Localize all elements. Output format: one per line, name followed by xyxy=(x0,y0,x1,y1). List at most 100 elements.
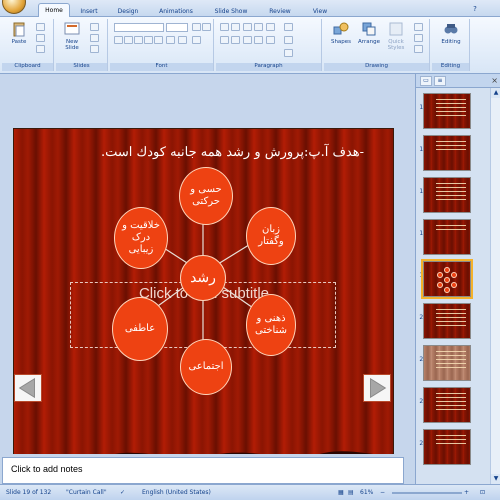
paste-button[interactable]: Paste xyxy=(8,21,30,45)
slide-thumbnail[interactable] xyxy=(423,177,471,213)
text-direction-icon[interactable] xyxy=(284,23,293,31)
prev-slide-button[interactable] xyxy=(14,374,42,402)
notes-pane[interactable]: Click to add notes xyxy=(2,457,404,484)
font-color-icon[interactable] xyxy=(192,36,201,44)
thumbnail-row[interactable]: 21 xyxy=(416,344,491,385)
slide-thumbnail[interactable] xyxy=(423,219,471,255)
slide-thumbnail[interactable] xyxy=(423,429,471,465)
smartart-icon[interactable] xyxy=(284,49,293,57)
slide-thumbnail[interactable] xyxy=(423,303,471,339)
cut-icon[interactable] xyxy=(36,23,45,31)
slide-sorter-icon[interactable]: ▤ xyxy=(348,489,354,496)
zoom-in-icon[interactable]: + xyxy=(464,489,469,496)
increase-indent-icon[interactable] xyxy=(254,23,263,31)
fit-to-window-icon[interactable]: ⊡ xyxy=(480,489,485,496)
language-status[interactable]: English (United States) xyxy=(142,489,211,496)
tab-outline[interactable]: ≡ xyxy=(434,76,446,86)
tab-slide-show[interactable]: Slide Show xyxy=(208,6,254,17)
slide-thumbnail[interactable] xyxy=(423,93,471,129)
layout-icon[interactable] xyxy=(90,23,99,31)
shape-fill-icon[interactable] xyxy=(414,23,423,31)
zoom-slider[interactable] xyxy=(392,492,462,494)
node-sensory-motor[interactable]: حسی و حرکتی xyxy=(179,167,233,225)
node-language[interactable]: زبان وگفتار xyxy=(246,207,296,265)
tab-view[interactable]: View xyxy=(305,6,335,17)
bold-icon[interactable] xyxy=(114,36,123,44)
underline-icon[interactable] xyxy=(134,36,143,44)
help-icon[interactable]: ? xyxy=(470,5,480,14)
thumbnail-row[interactable]: 20 xyxy=(416,302,491,343)
slide-thumbnail-selected[interactable] xyxy=(421,259,473,299)
thumbnail-row[interactable]: 22 xyxy=(416,386,491,427)
reset-icon[interactable] xyxy=(90,34,99,42)
align-center-icon[interactable] xyxy=(231,36,240,44)
justify-icon[interactable] xyxy=(254,36,263,44)
decrease-indent-icon[interactable] xyxy=(243,23,252,31)
next-slide-button[interactable] xyxy=(363,374,391,402)
paragraph-group-label: Paragraph xyxy=(216,63,321,71)
shape-outline-icon[interactable] xyxy=(414,34,423,42)
node-growth[interactable]: رشد xyxy=(180,255,226,301)
slide-thumbnail[interactable] xyxy=(423,345,471,381)
slide-canvas[interactable]: -هدف آ.پ:پرورش و رشد همه جانبه كودك است.… xyxy=(13,128,394,480)
numbering-icon[interactable] xyxy=(231,23,240,31)
arrange-label: Arrange xyxy=(358,39,380,45)
font-size-combo[interactable] xyxy=(166,23,188,32)
strikethrough-icon[interactable] xyxy=(144,36,153,44)
scroll-down-icon[interactable]: ▼ xyxy=(491,474,500,484)
drawing-group: Shapes Arrange Quick Styles Drawing xyxy=(324,19,430,71)
thumbnail-row[interactable]: 18 xyxy=(416,218,491,259)
arrange-button[interactable]: Arrange xyxy=(356,21,382,45)
copy-icon[interactable] xyxy=(36,34,45,42)
tab-animations[interactable]: Animations xyxy=(152,6,200,17)
font-name-combo[interactable] xyxy=(114,23,164,32)
change-case-icon[interactable] xyxy=(178,36,187,44)
node-emotional[interactable]: عاطفی xyxy=(112,297,168,361)
thumbnail-row[interactable]: 23 xyxy=(416,428,491,469)
thumbnail-row[interactable]: 17 xyxy=(416,176,491,217)
line-spacing-icon[interactable] xyxy=(266,23,275,31)
slide-thumbnail[interactable] xyxy=(423,135,471,171)
editing-button[interactable]: Editing xyxy=(436,21,466,45)
slides-pane: ▭ ≡ × 15 16 17 18 19 20 21 xyxy=(415,74,500,484)
node-cognitive[interactable]: ذهنی و شناختی xyxy=(246,294,296,356)
node-creativity[interactable]: خلاقیت و درک زیبایی xyxy=(114,207,168,269)
zoom-out-icon[interactable]: − xyxy=(380,489,385,496)
grow-font-icon[interactable] xyxy=(192,23,201,31)
thumbnails-scrollbar[interactable]: ▲ ▼ xyxy=(490,88,500,484)
tab-review[interactable]: Review xyxy=(262,6,298,17)
thumbnail-row-selected[interactable]: 19 xyxy=(416,259,491,301)
thumbnail-row[interactable]: 16 xyxy=(416,134,491,175)
shape-effects-icon[interactable] xyxy=(414,45,423,53)
tab-design[interactable]: Design xyxy=(111,6,145,17)
bullets-icon[interactable] xyxy=(220,23,229,31)
ribbon-tab-bar: Home Insert Design Animations Slide Show… xyxy=(0,0,500,18)
italic-icon[interactable] xyxy=(124,36,133,44)
new-slide-button[interactable]: New Slide xyxy=(60,21,84,51)
shapes-button[interactable]: Shapes xyxy=(328,21,354,45)
quick-styles-button[interactable]: Quick Styles xyxy=(384,21,408,51)
char-spacing-icon[interactable] xyxy=(166,36,175,44)
slide-thumbnail[interactable] xyxy=(423,387,471,423)
align-right-icon[interactable] xyxy=(243,36,252,44)
format-painter-icon[interactable] xyxy=(36,45,45,53)
office-button[interactable] xyxy=(2,0,26,14)
notes-placeholder[interactable]: Click to add notes xyxy=(11,464,83,474)
zoom-level[interactable]: 61% xyxy=(360,489,373,496)
tab-home[interactable]: Home xyxy=(38,3,70,18)
tab-slides[interactable]: ▭ xyxy=(420,76,432,86)
delete-slide-icon[interactable] xyxy=(90,45,99,53)
align-text-icon[interactable] xyxy=(284,36,293,44)
close-icon[interactable]: × xyxy=(491,76,498,85)
spell-check-icon[interactable]: ✓ xyxy=(120,489,125,496)
scroll-up-icon[interactable]: ▲ xyxy=(491,88,500,98)
binoculars-icon xyxy=(444,24,458,34)
shadow-icon[interactable] xyxy=(154,36,163,44)
align-left-icon[interactable] xyxy=(220,36,229,44)
columns-icon[interactable] xyxy=(266,36,275,44)
tab-insert[interactable]: Insert xyxy=(74,6,104,17)
node-social[interactable]: اجتماعی xyxy=(180,339,232,395)
normal-view-icon[interactable]: ▦ xyxy=(338,489,344,496)
shrink-font-icon[interactable] xyxy=(202,23,211,31)
thumbnail-row[interactable]: 15 xyxy=(416,92,491,133)
